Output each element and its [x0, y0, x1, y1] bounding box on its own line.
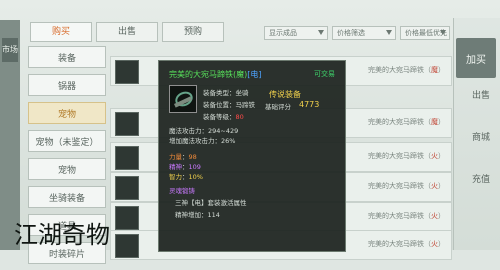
right-rail: 加买 出售 商城 充值 — [453, 18, 500, 250]
attr-spirit: 精神：109 — [169, 163, 201, 171]
listing-thumb — [115, 206, 139, 230]
chevron-down-icon — [440, 30, 446, 35]
tradable-badge: 可交易 — [314, 70, 335, 78]
listing-tag: 完美的大宛马蹄铁（火） — [368, 182, 445, 190]
bonus-row: 精神增加：114 — [175, 211, 220, 219]
listing-thumb — [115, 146, 139, 170]
horseshoe-icon — [169, 85, 197, 113]
rail-mall[interactable]: 商城 — [472, 130, 490, 143]
category-vessel[interactable]: 锅器 — [28, 74, 106, 96]
tab-buy[interactable]: 购买 — [30, 22, 92, 42]
filter-sort[interactable]: 价格最低优先 — [400, 26, 450, 40]
tab-sell[interactable]: 出售 — [96, 22, 158, 42]
category-mount-equipment[interactable]: 坐骑装备 — [28, 186, 106, 208]
base-score: 4773 — [299, 100, 320, 109]
buy-button[interactable]: 加买 — [456, 38, 496, 78]
item-tooltip: 完美的大宛马蹄铁(魔)[电] 可交易 装备类型：坐骑 装备位置：马蹄铁 装备等级… — [158, 60, 346, 252]
filter-label: 显示成品 — [269, 29, 297, 37]
listing-tag: 完美的大宛马蹄铁（火） — [368, 212, 445, 220]
listing-tag: 完美的大宛马蹄铁（魔） — [368, 66, 445, 74]
stat-magic-attack: 魔法攻击力：294~429 — [169, 127, 239, 135]
type-row: 装备类型：坐骑 — [203, 89, 249, 97]
chevron-down-icon — [386, 30, 392, 35]
filter-price[interactable]: 价格筛选 — [332, 26, 396, 40]
item-title: 完美的大宛马蹄铁(魔)[电] — [169, 70, 262, 79]
chevron-down-icon — [318, 30, 324, 35]
level-row: 装备等级：80 — [203, 113, 244, 121]
category-pet-2[interactable]: 宠物 — [28, 158, 106, 180]
filter-label: 价格筛选 — [337, 29, 365, 37]
listing-tag: 完美的大宛马蹄铁（魔） — [368, 118, 445, 126]
attr-intellect: 智力：10% — [169, 173, 203, 181]
listing-tag: 完美的大宛马蹄铁（火） — [368, 240, 445, 248]
special-line: 三神【电】套装激活属性 — [175, 199, 247, 207]
attr-strength: 力量：98 — [169, 153, 197, 161]
listing-tag: 完美的大宛马蹄铁（火） — [368, 152, 445, 160]
listing-thumb — [115, 112, 139, 136]
listing-thumb — [115, 60, 139, 84]
rail-recharge[interactable]: 充值 — [472, 172, 490, 185]
position-row: 装备位置：马蹄铁 — [203, 101, 255, 109]
special-label: 灵魂锻铸 — [169, 187, 195, 195]
filter-finished-goods[interactable]: 显示成品 — [264, 26, 328, 40]
tab-preorder[interactable]: 预购 — [162, 22, 224, 42]
stat-magic-attack-bonus: 增加魔法攻击力：26% — [169, 137, 236, 145]
ink-calligraphy: 江湖奇物 — [14, 221, 110, 249]
base-score-label: 基础评分 — [265, 103, 291, 111]
market-tabs: 购买 出售 预购 — [30, 22, 224, 42]
quality-label: 传说装备 — [269, 90, 301, 99]
category-pet[interactable]: 宠物 — [28, 102, 106, 124]
rail-sell[interactable]: 出售 — [472, 88, 490, 101]
listing-thumb — [115, 176, 139, 200]
category-pet-unidentified[interactable]: 宠物（未鉴定） — [28, 130, 106, 152]
market-side-tab[interactable]: 市场 — [2, 38, 18, 62]
category-equipment[interactable]: 装备 — [28, 46, 106, 68]
